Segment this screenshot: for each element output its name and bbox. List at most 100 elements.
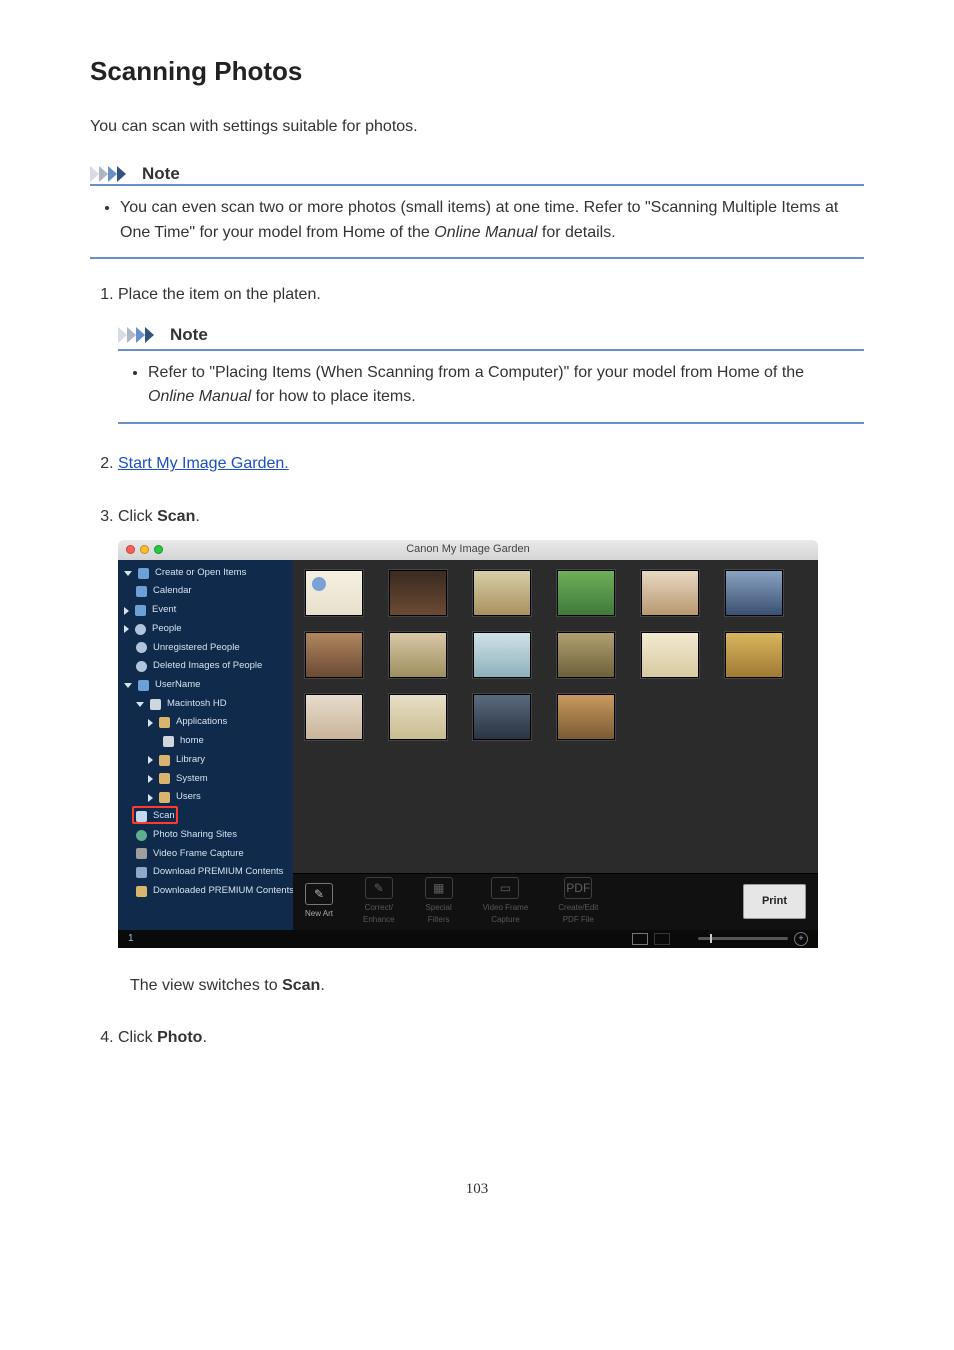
sidebar-item-users[interactable]: Users (118, 788, 293, 807)
step4-bold: Photo (157, 1029, 202, 1046)
note-text-c: for details. (537, 224, 615, 241)
correct-enhance-button[interactable]: ✎ Correct/ Enhance (363, 877, 395, 927)
sidebar-item-label: Event (152, 603, 176, 618)
step-4: Click Photo. (118, 1026, 864, 1051)
sidebar-item-label: Deleted Images of People (153, 659, 262, 674)
thumbnail[interactable] (557, 694, 615, 740)
sidebar-item-label: Download PREMIUM Contents (153, 865, 283, 880)
sidebar-item-library[interactable]: Library (118, 751, 293, 770)
bb-label: Correct/ Enhance (363, 902, 395, 927)
sidebar-item-label: home (180, 734, 204, 749)
view-grid-alt-icon[interactable] (654, 933, 670, 945)
zoom-plus-icon[interactable]: + (794, 932, 808, 946)
step1-note-a: Refer to "Placing Items (When Scanning f… (148, 364, 804, 381)
top-note: Note You can even scan two or more photo… (90, 164, 864, 260)
start-my-image-garden-link[interactable]: Start My Image Garden. (118, 455, 289, 472)
sidebar-item-applications[interactable]: Applications (118, 713, 293, 732)
special-filters-button[interactable]: ▦ Special Filters (425, 877, 453, 927)
note-label: Note (170, 322, 208, 348)
sidebar-item-label: Downloaded PREMIUM Contents (153, 884, 293, 899)
step3-after-c: . (320, 977, 324, 994)
step3-c: . (195, 508, 199, 525)
sidebar-item-label: System (176, 772, 208, 787)
sidebar-item-downloaded-premium[interactable]: Downloaded PREMIUM Contents (118, 882, 293, 901)
step3-a: Click (118, 508, 157, 525)
page-number: 103 (90, 1181, 864, 1198)
step4-c: . (202, 1029, 206, 1046)
thumbnail[interactable] (557, 570, 615, 616)
video-frame-icon: ▭ (491, 877, 519, 899)
sidebar-item-label: People (152, 622, 182, 637)
step-3: Click Scan. Canon My Image Garden Create… (118, 505, 864, 998)
thumbnail[interactable] (305, 694, 363, 740)
sidebar-item-photo-sharing[interactable]: Photo Sharing Sites (118, 826, 293, 845)
thumbnail[interactable] (641, 570, 699, 616)
thumbnail[interactable] (725, 632, 783, 678)
correct-enhance-icon: ✎ (365, 877, 393, 899)
bottom-toolbar: ✎ New Art ✎ Correct/ Enhance ▦ Special F… (293, 873, 818, 930)
sidebar-item-label: UserName (155, 678, 200, 693)
thumbnail[interactable] (305, 632, 363, 678)
view-grid-icon[interactable] (632, 933, 648, 945)
sidebar-item-label: Unregistered People (153, 641, 240, 656)
thumbnail[interactable] (305, 570, 363, 616)
thumbnail[interactable] (473, 570, 531, 616)
thumbnail[interactable] (557, 632, 615, 678)
sidebar-item-system[interactable]: System (118, 770, 293, 789)
thumbnail[interactable] (641, 632, 699, 678)
new-art-icon: ✎ (305, 883, 333, 905)
special-filters-icon: ▦ (425, 877, 453, 899)
thumbnail[interactable] (389, 570, 447, 616)
thumbnail-grid (293, 560, 818, 873)
step1-note-item: Refer to "Placing Items (When Scanning f… (148, 361, 852, 411)
sidebar-item-label: Scan (153, 809, 175, 824)
step3-after: The view switches to Scan. (130, 974, 864, 998)
bb-label: New Art (305, 908, 333, 920)
step3-bold: Scan (157, 508, 195, 525)
app-sidebar: Create or Open Items Calendar Event Peop… (118, 560, 293, 930)
window-titlebar: Canon My Image Garden (118, 540, 818, 560)
step-1-text: Place the item on the platen. (118, 286, 321, 303)
zoom-slider[interactable] (698, 937, 788, 940)
sidebar-item-label: Photo Sharing Sites (153, 828, 237, 843)
video-frame-capture-button[interactable]: ▭ Video Frame Capture (483, 877, 529, 927)
print-button[interactable]: Print (743, 884, 806, 919)
app-screenshot: Canon My Image Garden Create or Open Ite… (118, 540, 818, 948)
bb-label: Video Frame Capture (483, 902, 529, 927)
sidebar-item-label: Applications (176, 715, 227, 730)
step1-note-em: Online Manual (148, 388, 251, 405)
create-edit-pdf-button[interactable]: PDF Create/Edit PDF File (558, 877, 598, 927)
sidebar-item-label: Library (176, 753, 205, 768)
thumbnail[interactable] (473, 694, 531, 740)
sidebar-item-create-open[interactable]: Create or Open Items (118, 564, 293, 583)
new-art-button[interactable]: ✎ New Art (305, 883, 333, 920)
sidebar-item-video-frame[interactable]: Video Frame Capture (118, 845, 293, 864)
intro-paragraph: You can scan with settings suitable for … (90, 115, 864, 140)
sidebar-item-macintosh-hd[interactable]: Macintosh HD (118, 695, 293, 714)
sidebar-item-people[interactable]: People (118, 620, 293, 639)
sidebar-item-event[interactable]: Event (118, 601, 293, 620)
thumbnail[interactable] (389, 694, 447, 740)
thumbnail[interactable] (473, 632, 531, 678)
sidebar-item-calendar[interactable]: Calendar (118, 582, 293, 601)
sidebar-item-home[interactable]: home (118, 732, 293, 751)
sidebar-item-unregistered[interactable]: Unregistered People (118, 639, 293, 658)
step3-after-bold: Scan (282, 977, 320, 994)
step-2: Start My Image Garden. (118, 452, 864, 477)
sidebar-item-label: Create or Open Items (155, 566, 246, 581)
step3-after-a: The view switches to (130, 977, 282, 994)
top-note-item: You can even scan two or more photos (sm… (120, 196, 852, 246)
thumbnail[interactable] (725, 570, 783, 616)
sidebar-item-scan[interactable]: Scan (118, 807, 293, 826)
sidebar-item-deleted[interactable]: Deleted Images of People (118, 657, 293, 676)
note-text-em: Online Manual (434, 224, 537, 241)
sidebar-item-download-premium[interactable]: Download PREMIUM Contents (118, 863, 293, 882)
sidebar-item-username[interactable]: UserName (118, 676, 293, 695)
step4-a: Click (118, 1029, 157, 1046)
status-bar: 1 + (118, 930, 818, 948)
bb-label: Special Filters (425, 902, 451, 927)
scan-icon (136, 811, 147, 822)
note-label: Note (142, 164, 180, 184)
page-title: Scanning Photos (90, 56, 864, 87)
thumbnail[interactable] (389, 632, 447, 678)
